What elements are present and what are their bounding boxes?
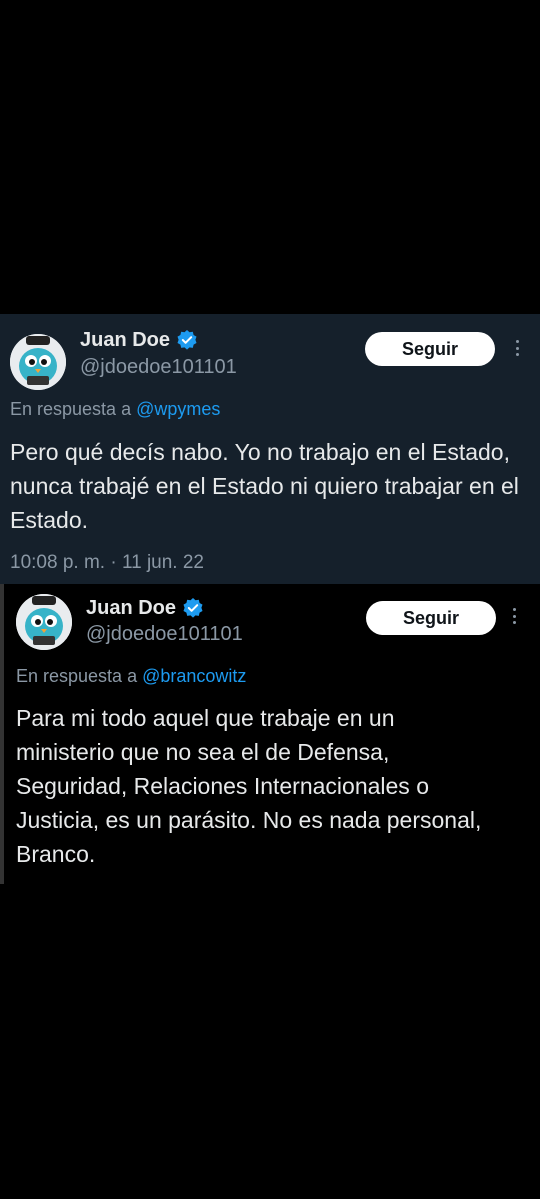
tweet-card-1[interactable]: Juan Doe @jdoedoe101101 Seguir En respue… bbox=[0, 314, 540, 584]
tweet-text: Para mi todo aquel que trabaje en un min… bbox=[16, 705, 482, 867]
reply-context: En respuesta a @wpymes bbox=[10, 398, 220, 420]
left-divider bbox=[0, 584, 4, 884]
avatar[interactable] bbox=[16, 594, 72, 650]
author-handle[interactable]: @jdoedoe101101 bbox=[80, 355, 237, 379]
more-icon[interactable] bbox=[512, 340, 522, 356]
avatar-image bbox=[16, 594, 72, 650]
more-icon[interactable] bbox=[509, 608, 519, 624]
avatar[interactable] bbox=[10, 334, 66, 390]
display-name[interactable]: Juan Doe bbox=[86, 596, 176, 620]
reply-mention-link[interactable]: @brancowitz bbox=[142, 666, 246, 686]
follow-button[interactable]: Seguir bbox=[365, 332, 495, 366]
tweet-card-2[interactable]: Juan Doe @jdoedoe101101 Seguir En respue… bbox=[0, 584, 540, 884]
reply-prefix: En respuesta a bbox=[10, 399, 137, 419]
follow-button[interactable]: Seguir bbox=[366, 601, 496, 635]
tweet-timestamp[interactable]: 10:08 p. m. · 11 jun. 22 bbox=[10, 551, 204, 575]
tweet-text: Pero qué decís nabo. Yo no trabajo en el… bbox=[10, 439, 519, 533]
author-name-row: Juan Doe bbox=[80, 328, 198, 352]
verified-icon bbox=[176, 329, 198, 351]
display-name[interactable]: Juan Doe bbox=[80, 328, 170, 352]
reply-prefix: En respuesta a bbox=[16, 666, 143, 686]
screenshot-canvas: Juan Doe @jdoedoe101101 Seguir En respue… bbox=[0, 0, 540, 1199]
reply-context: En respuesta a @brancowitz bbox=[16, 665, 246, 687]
reply-mention-link[interactable]: @wpymes bbox=[136, 399, 220, 419]
author-handle[interactable]: @jdoedoe101101 bbox=[86, 622, 243, 646]
author-name-row: Juan Doe bbox=[86, 596, 204, 620]
verified-icon bbox=[182, 597, 204, 619]
avatar-image bbox=[10, 334, 66, 390]
